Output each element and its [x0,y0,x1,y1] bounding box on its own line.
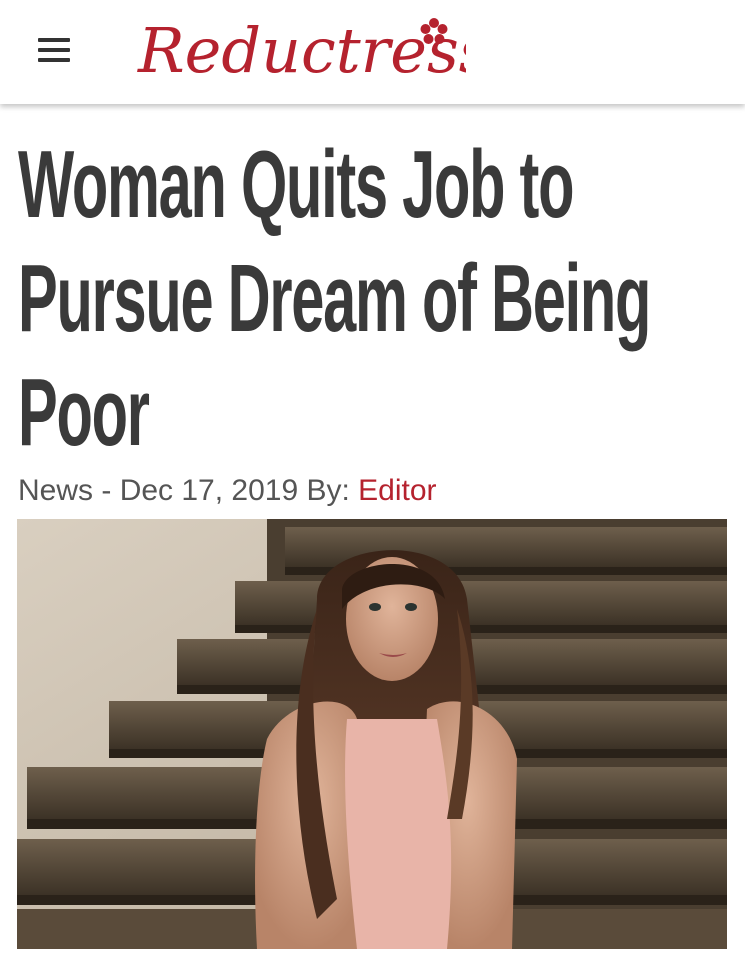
logo-text: Reductress [137,14,466,87]
logo-wordmark: Reductress [137,14,466,87]
category-link[interactable]: News [18,474,93,507]
site-header: Reductress [0,0,745,104]
article-byline: News - Dec 17, 2019 By: Editor [18,474,728,508]
article-date: Dec 17, 2019 [119,474,299,507]
headline-line: Woman Quits Job to [18,131,574,238]
article-photo[interactable] [17,519,727,949]
by-label: By: [298,474,359,507]
photo-illustration [17,519,727,949]
article-headline: Woman Quits Job to Pursue Dream of Being… [18,128,651,470]
headline-line: Pursue Dream of Being [18,245,651,352]
author-link[interactable]: Editor [358,474,436,507]
byline-separator: - [93,474,120,507]
hamburger-menu-icon[interactable] [38,38,72,64]
headline-line: Poor [18,359,150,466]
reductress-logo[interactable]: Reductress [136,4,466,96]
